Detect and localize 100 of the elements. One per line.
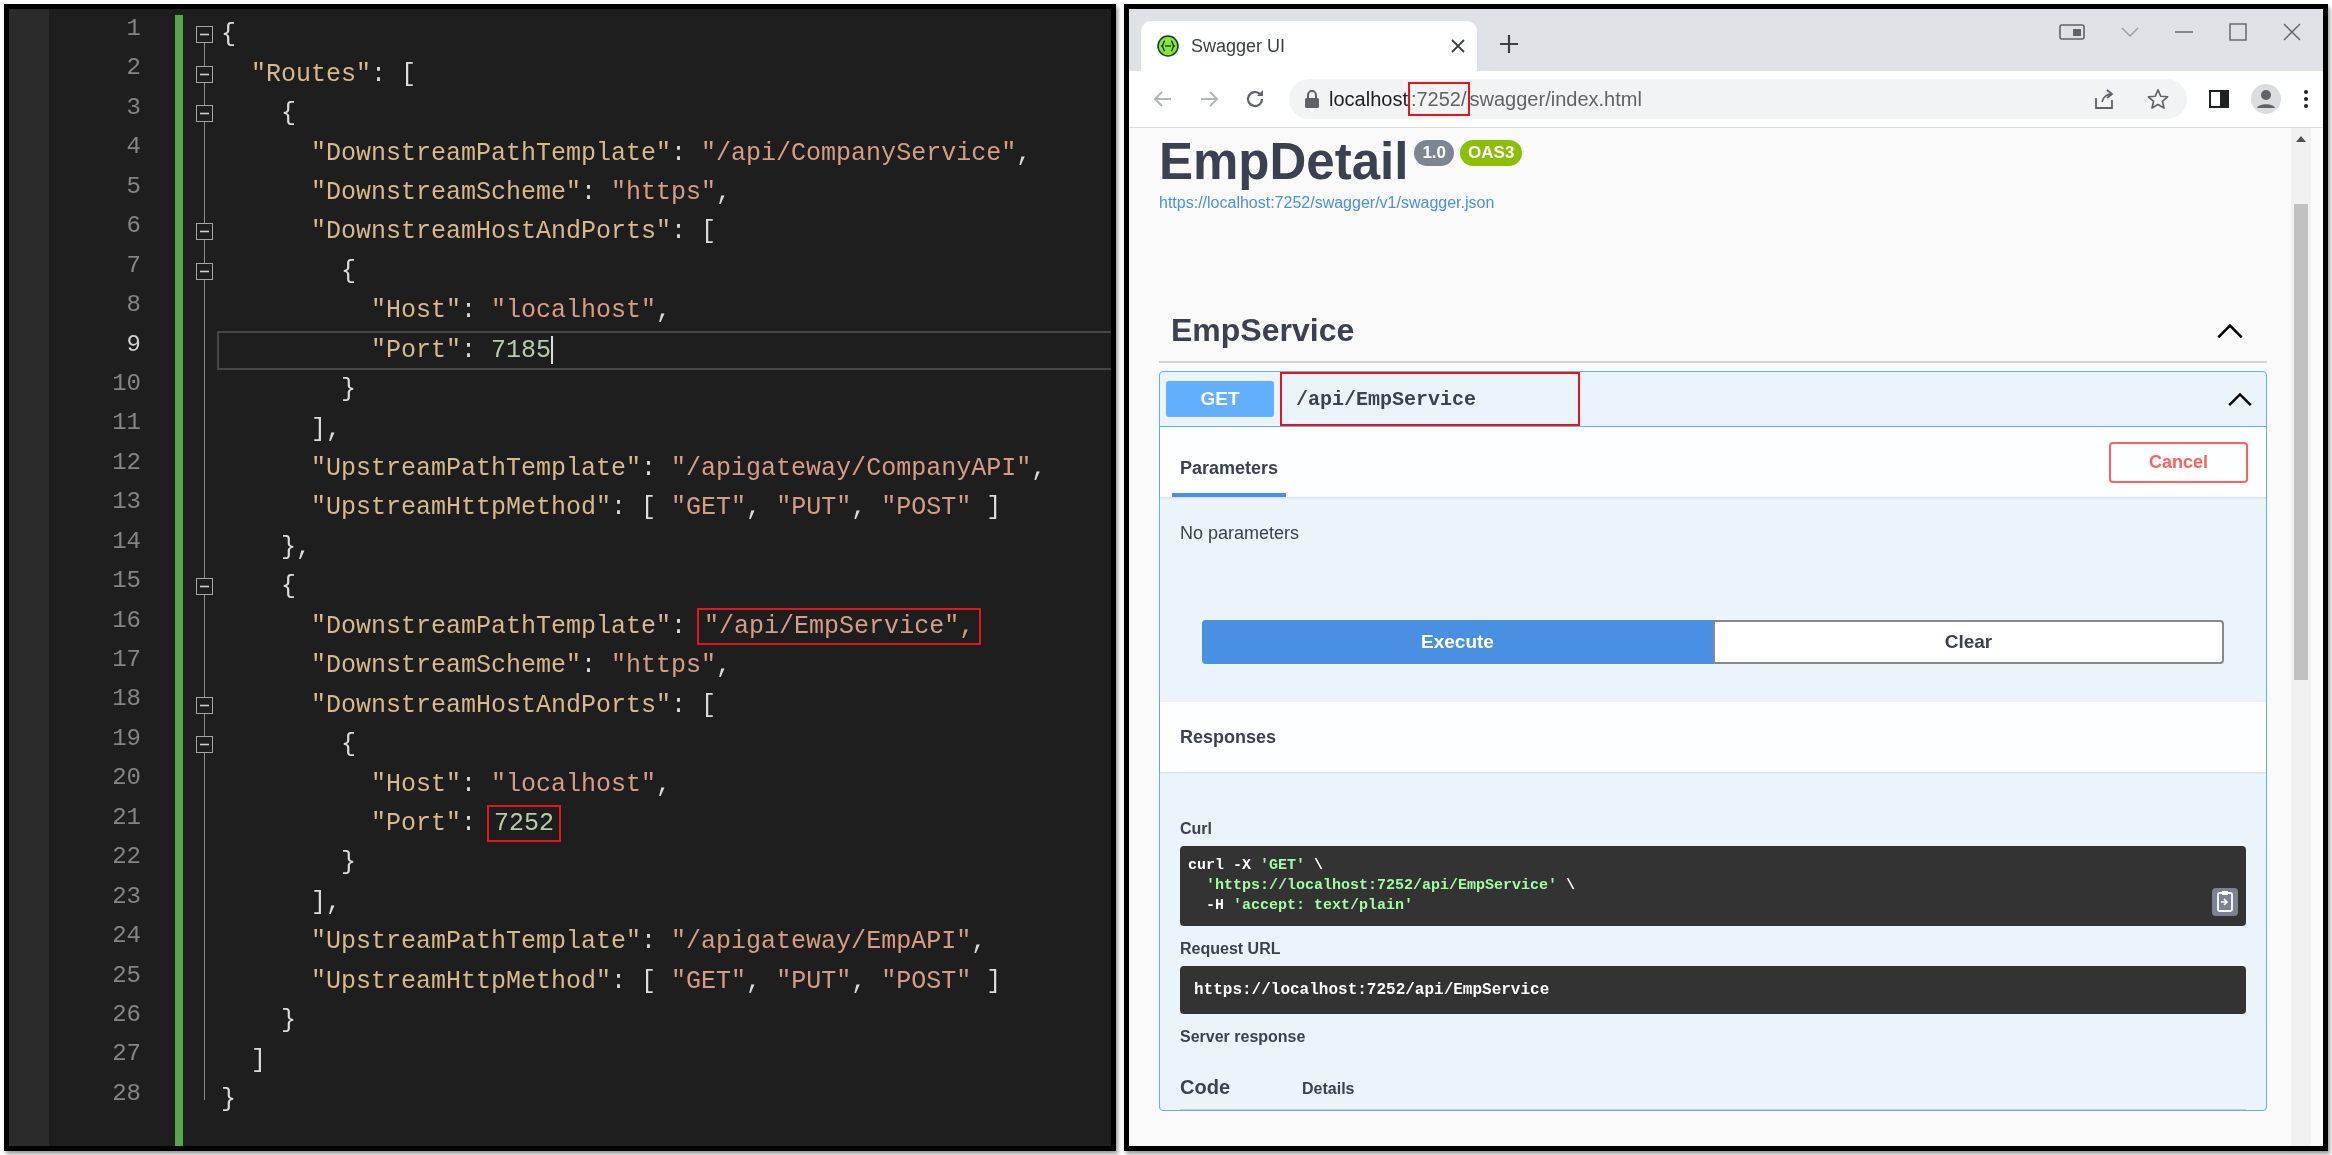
section-header[interactable]: EmpService bbox=[1159, 304, 2267, 363]
tab-title: Swagger UI bbox=[1191, 35, 1287, 57]
json-punctuation: , bbox=[746, 966, 763, 996]
share-icon[interactable] bbox=[2093, 88, 2115, 110]
json-punctuation: , bbox=[656, 296, 672, 326]
code-line: curl -X 'GET' \ bbox=[1188, 856, 1325, 876]
json-punctuation: , bbox=[851, 493, 868, 523]
json-key: "DownstreamScheme" bbox=[221, 177, 582, 207]
lock-icon bbox=[1305, 90, 1319, 108]
line-number: 25 bbox=[111, 961, 141, 991]
json-punctuation: : bbox=[461, 296, 478, 326]
scrollbar[interactable] bbox=[2291, 128, 2311, 1146]
collapse-icon[interactable] bbox=[195, 223, 213, 241]
json-punctuation: : [ bbox=[611, 493, 658, 523]
version-badge: 1.0 bbox=[1414, 140, 1455, 166]
line-number: 24 bbox=[111, 922, 141, 952]
json-punctuation: } bbox=[221, 1085, 236, 1115]
json-number: 7185 bbox=[491, 335, 552, 365]
json-punctuation: : bbox=[641, 927, 658, 957]
address-bar[interactable]: localhost:7252/swagger/index.html bbox=[1289, 79, 2187, 119]
scrollbar-thumb[interactable] bbox=[2294, 204, 2308, 680]
star-icon[interactable] bbox=[2147, 88, 2169, 110]
json-punctuation: , bbox=[1031, 454, 1047, 484]
json-key: "UpstreamHttpMethod" bbox=[221, 493, 612, 523]
json-punctuation: : [ bbox=[671, 217, 717, 247]
json-punctuation: { bbox=[280, 99, 296, 129]
line-number: 23 bbox=[111, 882, 141, 912]
line-number: 12 bbox=[111, 448, 141, 478]
json-punctuation: , bbox=[851, 966, 868, 996]
json-punctuation: : bbox=[461, 808, 478, 838]
collapse-icon[interactable] bbox=[195, 65, 213, 83]
json-punctuation: : bbox=[671, 611, 688, 641]
json-punctuation: : bbox=[671, 138, 688, 168]
parameters-tab[interactable]: Parameters bbox=[1172, 458, 1287, 497]
json-punctuation: : bbox=[461, 769, 478, 799]
url-text: swagger/index.html bbox=[1469, 87, 1642, 110]
json-string: "/apigateway/EmpAPI" bbox=[671, 927, 972, 957]
curl-label: Curl bbox=[1180, 820, 1212, 837]
json-key: "Port" bbox=[221, 808, 462, 838]
line-number: 14 bbox=[111, 527, 141, 557]
chevron-up-icon[interactable] bbox=[2228, 391, 2252, 407]
chevron-up-icon[interactable] bbox=[2217, 322, 2243, 339]
json-string: "localhost" bbox=[491, 769, 657, 799]
json-punctuation: : bbox=[581, 651, 598, 681]
text-cursor bbox=[551, 336, 554, 365]
minimize-icon[interactable] bbox=[2175, 30, 2193, 34]
line-number: 16 bbox=[111, 606, 141, 636]
json-punctuation: }, bbox=[280, 532, 311, 562]
menu-icon[interactable] bbox=[2303, 89, 2309, 109]
json-string: "POST" bbox=[881, 493, 972, 523]
json-punctuation: : [ bbox=[671, 690, 717, 720]
json-key: "UpstreamPathTemplate" bbox=[221, 927, 642, 957]
plus-icon[interactable] bbox=[1499, 34, 1519, 54]
line-number: 28 bbox=[111, 1079, 141, 1109]
json-string: "/apigateway/CompanyAPI" bbox=[671, 454, 1032, 484]
media-icon[interactable] bbox=[2059, 24, 2085, 40]
request-url-label: Request URL bbox=[1180, 940, 1282, 958]
close-icon[interactable] bbox=[1451, 39, 1465, 53]
json-punctuation: , bbox=[971, 927, 987, 957]
collapse-icon[interactable] bbox=[195, 736, 213, 754]
json-punctuation: , bbox=[1016, 138, 1032, 168]
json-string: "https" bbox=[611, 177, 717, 207]
server-response-label: Server response bbox=[1180, 1028, 1307, 1046]
sidebar-icon[interactable] bbox=[2209, 90, 2229, 108]
collapse-icon[interactable] bbox=[195, 696, 213, 714]
site-icon bbox=[1157, 35, 1179, 57]
json-punctuation: } bbox=[280, 1006, 296, 1036]
request-url: https://localhost:7252/api/EmpService bbox=[1180, 966, 2246, 1014]
json-punctuation: : [ bbox=[371, 59, 417, 89]
url-text: :7252/ bbox=[1407, 81, 1470, 116]
json-punctuation: } bbox=[340, 375, 357, 405]
json-key: "UpstreamHttpMethod" bbox=[221, 966, 612, 996]
endpoint-path: /api/EmpService bbox=[1280, 372, 1580, 426]
line-number: 1 bbox=[125, 15, 141, 44]
collapse-icon[interactable] bbox=[195, 26, 213, 44]
close-icon[interactable] bbox=[2283, 23, 2301, 41]
section-title: EmpService bbox=[1171, 312, 1355, 349]
line-number: 26 bbox=[111, 1000, 141, 1030]
clear-button[interactable]: Clear bbox=[1713, 620, 2224, 664]
json-punctuation: , bbox=[746, 493, 763, 523]
json-key: "Port" bbox=[221, 335, 462, 365]
json-punctuation: ] bbox=[985, 493, 1002, 523]
collapse-icon[interactable] bbox=[195, 105, 213, 123]
browser-tab[interactable]: Swagger UI bbox=[1141, 21, 1477, 71]
line-number: 21 bbox=[111, 803, 141, 833]
json-punctuation: , bbox=[656, 769, 672, 799]
maximize-icon[interactable] bbox=[2229, 23, 2247, 41]
method-badge: GET bbox=[1166, 381, 1274, 417]
json-punctuation: : bbox=[641, 454, 658, 484]
line-number: 7 bbox=[125, 251, 141, 281]
copy-icon[interactable] bbox=[2212, 888, 2238, 916]
line-number: 19 bbox=[111, 724, 141, 754]
code-line: -H 'accept: text/plain' bbox=[1205, 896, 1415, 916]
avatar[interactable] bbox=[2251, 84, 2281, 114]
url-text: localhost bbox=[1329, 87, 1408, 110]
scroll-up-icon[interactable] bbox=[2295, 134, 2307, 144]
collapse-icon[interactable] bbox=[195, 578, 213, 596]
json-string: "/api/CompanyService" bbox=[701, 138, 1017, 168]
collapse-icon[interactable] bbox=[195, 262, 213, 280]
json-punctuation: , bbox=[716, 651, 732, 681]
